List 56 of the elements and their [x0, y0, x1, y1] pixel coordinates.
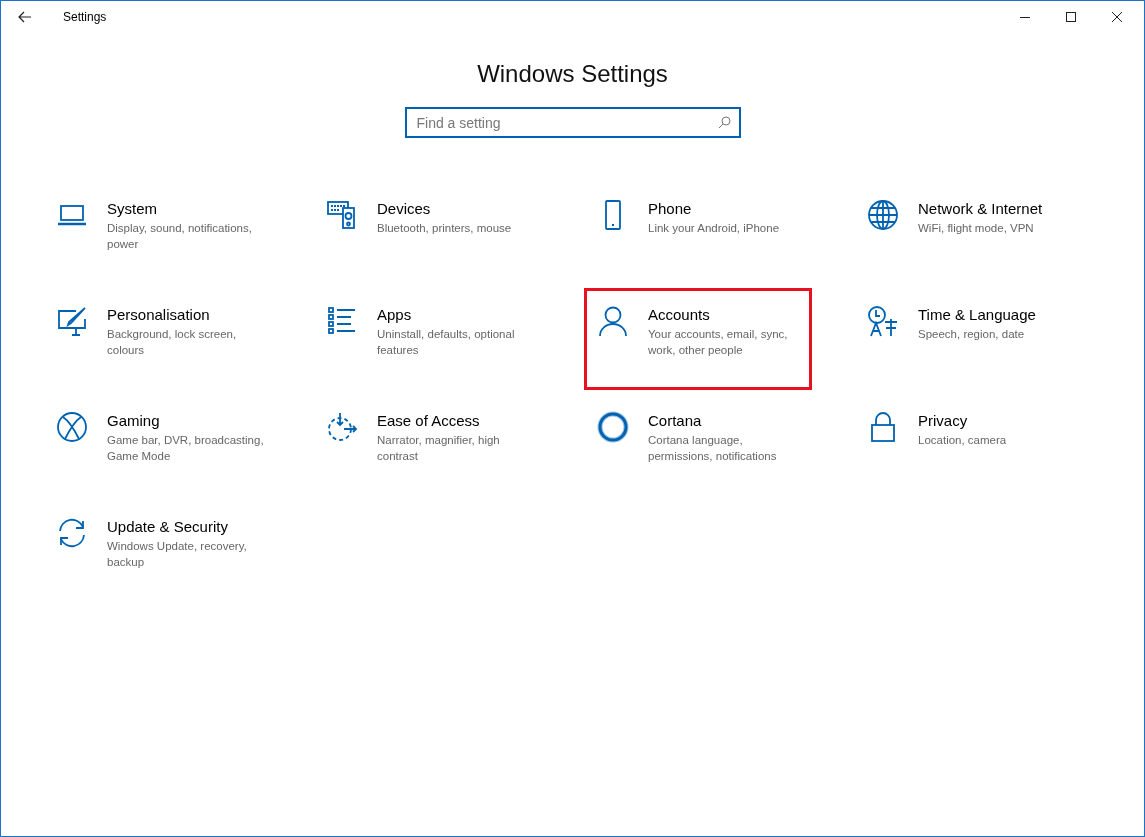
- category-title: Ease of Access: [377, 411, 481, 431]
- category-title: Network & Internet: [918, 199, 1043, 219]
- minimize-icon: [1020, 16, 1030, 18]
- category-title: Cortana: [648, 411, 703, 431]
- settings-category[interactable]: Update & Security Windows Update, recovery, backup: [43, 500, 271, 602]
- settings-category[interactable]: Phone Link your Android, iPhone: [584, 182, 812, 284]
- settings-category[interactable]: Privacy Location, camera: [854, 394, 1082, 496]
- category-description: WiFi, flight mode, VPN: [918, 221, 1035, 236]
- search-icon: [717, 116, 731, 129]
- category-title: Accounts: [648, 305, 711, 325]
- category-description: Background, lock screen, colours: [107, 327, 238, 358]
- category-description: Narrator, magnifier, high contrast: [377, 433, 501, 464]
- maximize-icon: [1066, 12, 1076, 22]
- keyboard-speaker-icon: [326, 199, 358, 231]
- category-title: Privacy: [918, 411, 969, 431]
- sync-arrows-icon: [56, 517, 88, 549]
- category-title: Personalisation: [107, 305, 211, 325]
- dashed-circle-arrow-icon: [326, 411, 358, 443]
- settings-category[interactable]: Personalisation Background, lock screen, colours: [43, 288, 271, 390]
- ring-icon: [597, 411, 629, 443]
- back-arrow-icon: [18, 11, 32, 23]
- settings-category[interactable]: System Display, sound, notifications, power: [43, 182, 271, 284]
- category-description: Uninstall, defaults, optional features: [377, 327, 516, 358]
- settings-category[interactable]: Cortana Cortana language, permissions, notifications: [584, 394, 812, 496]
- category-title: Phone: [648, 199, 693, 219]
- category-description: Link your Android, iPhone: [648, 221, 780, 236]
- category-description: Location, camera: [918, 433, 1007, 448]
- settings-category[interactable]: Network & Internet WiFi, flight mode, VPN: [854, 182, 1082, 284]
- settings-category[interactable]: Gaming Game bar, DVR, broadcasting, Game Mode: [43, 394, 271, 496]
- settings-category[interactable]: Time & Language Speech, region, date: [854, 288, 1082, 390]
- settings-category[interactable]: Ease of Access Narrator, magnifier, high contrast: [313, 394, 541, 496]
- category-description: Game bar, DVR, broadcasting, Game Mode: [107, 433, 265, 464]
- category-title: Time & Language: [918, 305, 1036, 325]
- list-icon: [326, 305, 358, 337]
- category-description: Your accounts, email, sync, work, other people: [648, 327, 789, 358]
- monitor-brush-icon: [56, 305, 88, 337]
- category-title: Devices: [377, 199, 432, 219]
- category-title: System: [107, 199, 158, 219]
- category-title: Gaming: [107, 411, 161, 431]
- category-title: Update & Security: [107, 517, 229, 537]
- category-description: Speech, region, date: [918, 327, 1026, 342]
- globe-icon: [867, 199, 899, 231]
- category-title: Apps: [377, 305, 413, 325]
- category-description: Display, sound, notifications, power: [107, 221, 253, 252]
- person-icon: [597, 305, 629, 337]
- category-description: Windows Update, recovery, backup: [107, 539, 248, 570]
- category-description: Bluetooth, printers, mouse: [377, 221, 512, 236]
- settings-category[interactable]: Devices Bluetooth, printers, mouse: [313, 182, 541, 284]
- settings-category[interactable]: Accounts Your accounts, email, sync, work, other people: [584, 288, 812, 390]
- clock-letter-icon: [867, 305, 899, 337]
- search-field[interactable]: Find a setting: [404, 107, 741, 138]
- settings-category[interactable]: Apps Uninstall, defaults, optional features: [313, 288, 541, 390]
- category-description: Cortana language, permissions, notifications: [648, 433, 778, 464]
- close-icon: [1112, 12, 1122, 22]
- page-heading: Windows Settings: [477, 59, 668, 89]
- window-title: Settings: [63, 9, 107, 26]
